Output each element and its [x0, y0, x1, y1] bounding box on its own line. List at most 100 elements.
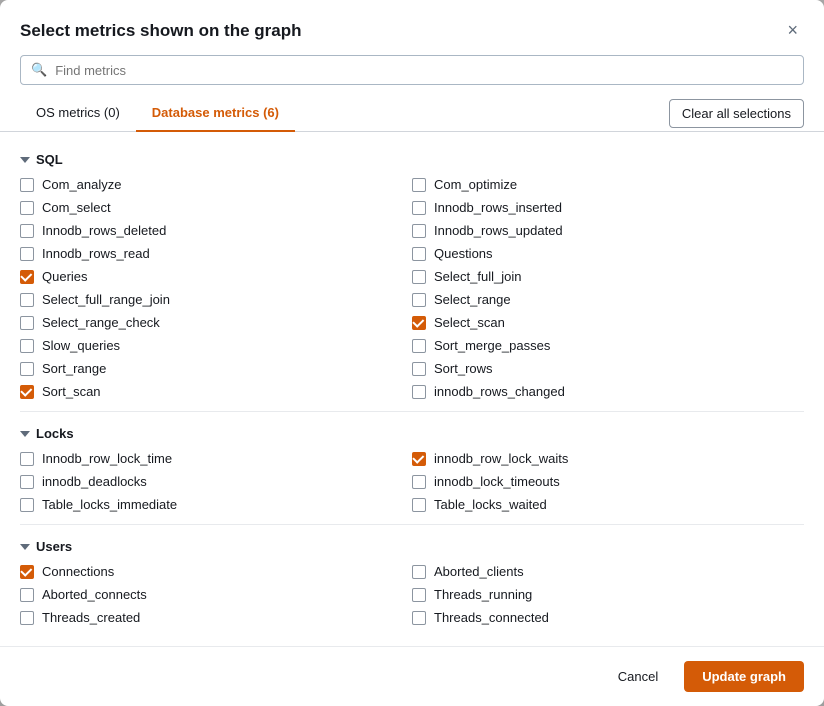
tabs-left: OS metrics (0) Database metrics (6)	[20, 95, 295, 131]
search-input[interactable]	[55, 63, 793, 78]
modal-overlay: Select metrics shown on the graph × 🔍 OS…	[0, 0, 824, 706]
list-item: Com_analyze	[20, 173, 412, 196]
metric-label: Innodb_rows_updated	[434, 223, 563, 238]
clear-all-button[interactable]: Clear all selections	[669, 99, 804, 128]
select-scan-checkbox[interactable]	[412, 316, 426, 330]
locks-metrics-grid: Innodb_row_lock_time innodb_row_lock_wai…	[20, 447, 804, 516]
modal-title: Select metrics shown on the graph	[20, 21, 302, 41]
list-item: Innodb_rows_updated	[412, 219, 804, 242]
connections-checkbox[interactable]	[20, 565, 34, 579]
update-graph-button[interactable]: Update graph	[684, 661, 804, 692]
aborted-clients-checkbox[interactable]	[412, 565, 426, 579]
select-full-join-checkbox[interactable]	[412, 270, 426, 284]
cancel-button[interactable]: Cancel	[602, 661, 674, 692]
users-section-label: Users	[36, 539, 72, 554]
sort-scan-checkbox[interactable]	[20, 385, 34, 399]
list-item: Aborted_clients	[412, 560, 804, 583]
list-item: Sort_scan	[20, 380, 412, 403]
threads-connected-checkbox[interactable]	[412, 611, 426, 625]
users-section: Users Connections Aborted_clients Aborte…	[20, 529, 804, 629]
locks-section-label: Locks	[36, 426, 74, 441]
locks-collapse-icon	[20, 431, 30, 437]
metric-label: Questions	[434, 246, 493, 261]
innodb-row-lock-waits-checkbox[interactable]	[412, 452, 426, 466]
sort-rows-checkbox[interactable]	[412, 362, 426, 376]
questions-checkbox[interactable]	[412, 247, 426, 261]
list-item: Threads_connected	[412, 606, 804, 629]
users-section-header[interactable]: Users	[20, 529, 804, 560]
list-item: Com_select	[20, 196, 412, 219]
metric-label: Queries	[42, 269, 88, 284]
list-item: Threads_created	[20, 606, 412, 629]
list-item: Innodb_rows_deleted	[20, 219, 412, 242]
modal: Select metrics shown on the graph × 🔍 OS…	[0, 0, 824, 706]
innodb-rows-updated-checkbox[interactable]	[412, 224, 426, 238]
close-button[interactable]: ×	[781, 18, 804, 43]
select-range-check-checkbox[interactable]	[20, 316, 34, 330]
sort-merge-passes-checkbox[interactable]	[412, 339, 426, 353]
sql-section-label: SQL	[36, 152, 63, 167]
list-item: Connections	[20, 560, 412, 583]
list-item: Innodb_rows_inserted	[412, 196, 804, 219]
com-optimize-checkbox[interactable]	[412, 178, 426, 192]
metric-label: Threads_connected	[434, 610, 549, 625]
table-locks-immediate-checkbox[interactable]	[20, 498, 34, 512]
metric-label: innodb_row_lock_waits	[434, 451, 568, 466]
list-item: innodb_rows_changed	[412, 380, 804, 403]
search-bar: 🔍	[20, 55, 804, 85]
innodb-rows-deleted-checkbox[interactable]	[20, 224, 34, 238]
list-item: Com_optimize	[412, 173, 804, 196]
metric-label: Threads_running	[434, 587, 532, 602]
metric-label: Select_full_range_join	[42, 292, 170, 307]
sort-range-checkbox[interactable]	[20, 362, 34, 376]
list-item: Select_full_range_join	[20, 288, 412, 311]
users-metrics-grid: Connections Aborted_clients Aborted_conn…	[20, 560, 804, 629]
locks-divider	[20, 524, 804, 525]
metric-label: Innodb_row_lock_time	[42, 451, 172, 466]
metric-label: Connections	[42, 564, 114, 579]
users-collapse-icon	[20, 544, 30, 550]
tab-database-metrics[interactable]: Database metrics (6)	[136, 95, 295, 132]
metric-label: innodb_rows_changed	[434, 384, 565, 399]
list-item: Threads_running	[412, 583, 804, 606]
list-item: Select_full_join	[412, 265, 804, 288]
modal-footer: Cancel Update graph	[0, 646, 824, 706]
metric-label: Select_scan	[434, 315, 505, 330]
queries-checkbox[interactable]	[20, 270, 34, 284]
innodb-rows-read-checkbox[interactable]	[20, 247, 34, 261]
select-full-range-join-checkbox[interactable]	[20, 293, 34, 307]
slow-queries-checkbox[interactable]	[20, 339, 34, 353]
sql-section-header[interactable]: SQL	[20, 142, 804, 173]
modal-body: SQL Com_analyze Com_optimize C	[0, 132, 824, 646]
locks-section: Locks Innodb_row_lock_time innodb_row_lo…	[20, 416, 804, 516]
tab-os-metrics[interactable]: OS metrics (0)	[20, 95, 136, 132]
com-select-checkbox[interactable]	[20, 201, 34, 215]
list-item: innodb_deadlocks	[20, 470, 412, 493]
innodb-deadlocks-checkbox[interactable]	[20, 475, 34, 489]
innodb-rows-changed-checkbox[interactable]	[412, 385, 426, 399]
metric-label: Com_analyze	[42, 177, 122, 192]
metric-label: Slow_queries	[42, 338, 120, 353]
innodb-rows-inserted-checkbox[interactable]	[412, 201, 426, 215]
list-item: Innodb_row_lock_time	[20, 447, 412, 470]
search-icon: 🔍	[31, 62, 47, 78]
metric-label: innodb_lock_timeouts	[434, 474, 560, 489]
innodb-row-lock-time-checkbox[interactable]	[20, 452, 34, 466]
list-item: Aborted_connects	[20, 583, 412, 606]
select-range-checkbox[interactable]	[412, 293, 426, 307]
metric-label: Com_optimize	[434, 177, 517, 192]
metric-label: Sort_merge_passes	[434, 338, 550, 353]
threads-running-checkbox[interactable]	[412, 588, 426, 602]
metric-label: Table_locks_immediate	[42, 497, 177, 512]
locks-section-header[interactable]: Locks	[20, 416, 804, 447]
com-analyze-checkbox[interactable]	[20, 178, 34, 192]
list-item: innodb_row_lock_waits	[412, 447, 804, 470]
aborted-connects-checkbox[interactable]	[20, 588, 34, 602]
metric-label: innodb_deadlocks	[42, 474, 147, 489]
list-item: Innodb_rows_read	[20, 242, 412, 265]
innodb-lock-timeouts-checkbox[interactable]	[412, 475, 426, 489]
list-item: innodb_lock_timeouts	[412, 470, 804, 493]
metric-label: Select_range_check	[42, 315, 160, 330]
table-locks-waited-checkbox[interactable]	[412, 498, 426, 512]
threads-created-checkbox[interactable]	[20, 611, 34, 625]
